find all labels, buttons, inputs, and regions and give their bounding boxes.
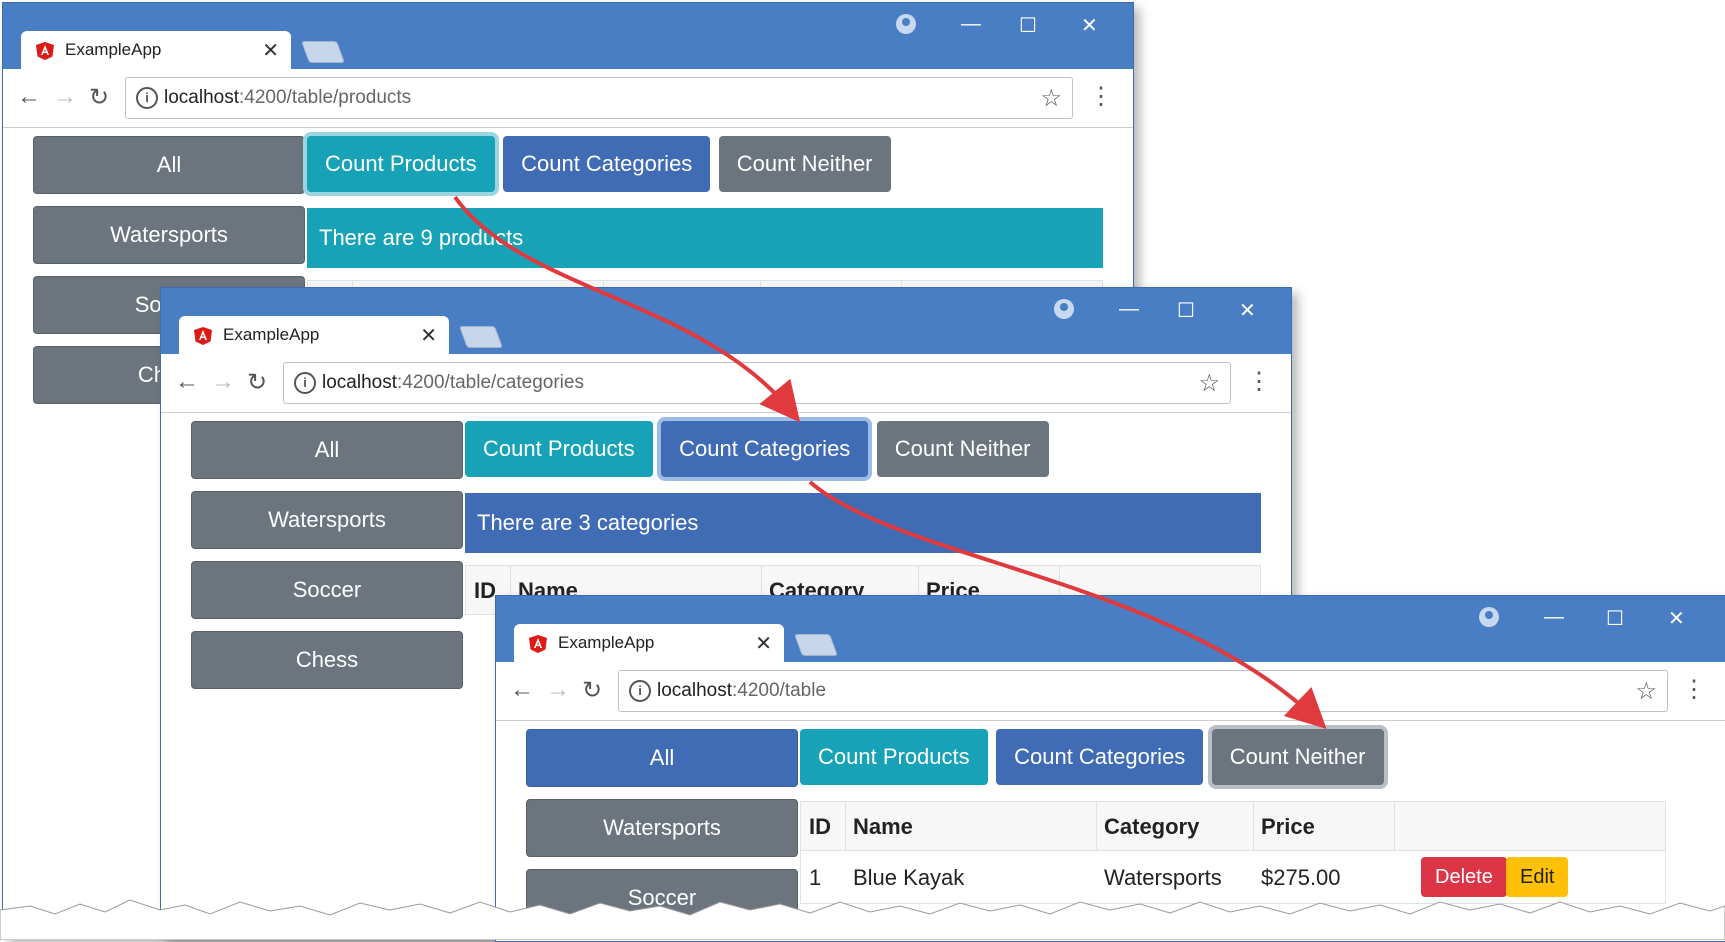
- category-button-watersports[interactable]: Watersports: [526, 799, 798, 857]
- menu-icon[interactable]: ⋮: [1089, 82, 1113, 111]
- title-bar: ExampleApp ✕ — ☐ ✕: [3, 3, 1133, 69]
- count-categories-button[interactable]: Count Categories: [661, 421, 869, 477]
- count-categories-button[interactable]: Count Categories: [996, 729, 1204, 785]
- info-icon[interactable]: i: [136, 87, 158, 109]
- count-categories-button[interactable]: Count Categories: [503, 136, 711, 192]
- browser-window-table: ExampleApp ✕ — ☐ ✕ ← → ↻ i localhost:420…: [495, 595, 1725, 942]
- bookmark-star-icon[interactable]: ☆: [1198, 369, 1220, 398]
- angular-logo-icon: [194, 327, 212, 345]
- minimize-icon[interactable]: —: [1544, 606, 1564, 629]
- new-tab-button[interactable]: [300, 41, 346, 63]
- tab-close-icon[interactable]: ✕: [420, 323, 437, 348]
- url-text: localhost:4200/table: [657, 680, 827, 701]
- title-bar: ExampleApp ✕ — ☐ ✕: [161, 288, 1291, 354]
- bookmark-star-icon[interactable]: ☆: [1635, 677, 1657, 706]
- count-neither-button[interactable]: Count Neither: [1211, 729, 1384, 785]
- info-icon[interactable]: i: [629, 680, 651, 702]
- category-button-all[interactable]: All: [33, 136, 305, 194]
- close-icon[interactable]: ✕: [1668, 606, 1685, 631]
- count-products-button[interactable]: Count Products: [465, 421, 653, 477]
- header-id: ID: [809, 814, 831, 839]
- count-products-button[interactable]: Count Products: [800, 729, 988, 785]
- count-neither-button[interactable]: Count Neither: [718, 136, 891, 192]
- back-icon[interactable]: ←: [17, 83, 41, 111]
- category-button-soccer[interactable]: Soccer: [526, 869, 798, 927]
- forward-icon[interactable]: →: [546, 676, 570, 704]
- browser-tab[interactable]: ExampleApp ✕: [179, 316, 449, 354]
- cell-id: 1: [809, 865, 822, 890]
- back-icon[interactable]: ←: [175, 368, 199, 396]
- url-text: localhost:4200/table/products: [164, 87, 412, 108]
- forward-icon[interactable]: →: [53, 83, 77, 111]
- category-sidebar: All Watersports Soccer Chess: [191, 421, 463, 701]
- address-bar[interactable]: i localhost:4200/table/categories ☆: [283, 362, 1231, 404]
- page-content: All Watersports Soccer Count Products Co…: [496, 721, 1725, 941]
- count-products-button[interactable]: Count Products: [307, 136, 495, 192]
- menu-icon[interactable]: ⋮: [1247, 367, 1271, 396]
- new-tab-button[interactable]: [793, 634, 839, 656]
- category-button-watersports[interactable]: Watersports: [33, 206, 305, 264]
- address-bar[interactable]: i localhost:4200/table/products ☆: [125, 77, 1073, 119]
- reload-icon[interactable]: ↻: [247, 368, 267, 397]
- account-icon[interactable]: [896, 14, 916, 34]
- close-icon[interactable]: ✕: [1239, 298, 1256, 323]
- tab-title: ExampleApp: [65, 40, 162, 59]
- account-icon[interactable]: [1054, 299, 1074, 319]
- table-header: ID Name Category Price: [800, 801, 1666, 851]
- header-price: Price: [1261, 814, 1315, 839]
- browser-tab[interactable]: ExampleApp ✕: [514, 624, 784, 662]
- back-icon[interactable]: ←: [510, 676, 534, 704]
- maximize-icon[interactable]: ☐: [1019, 13, 1037, 38]
- title-bar: ExampleApp ✕ — ☐ ✕: [496, 596, 1725, 662]
- cell-name: Blue Kayak: [853, 865, 965, 890]
- table-row: 1 Blue Kayak Watersports $275.00 Delete …: [800, 851, 1666, 904]
- category-button-watersports[interactable]: Watersports: [191, 491, 463, 549]
- category-button-all[interactable]: All: [526, 729, 798, 787]
- browser-toolbar: ← → ↻ i localhost:4200/table/products ☆ …: [3, 69, 1133, 128]
- reload-icon[interactable]: ↻: [582, 676, 602, 705]
- url-text: localhost:4200/table/categories: [322, 372, 584, 393]
- count-banner: There are 3 categories: [465, 493, 1261, 553]
- cell-category: Watersports: [1104, 865, 1222, 890]
- main-panel: Count Products Count Categories Count Ne…: [800, 729, 1696, 904]
- cell-price: $275.00: [1261, 865, 1341, 890]
- category-button-chess[interactable]: Chess: [191, 631, 463, 689]
- category-button-all[interactable]: All: [191, 421, 463, 479]
- header-name: Name: [853, 814, 913, 839]
- category-button-soccer[interactable]: Soccer: [191, 561, 463, 619]
- header-id: ID: [474, 578, 496, 603]
- delete-button[interactable]: Delete: [1421, 857, 1507, 897]
- tab-title: ExampleApp: [558, 633, 655, 652]
- menu-icon[interactable]: ⋮: [1682, 675, 1706, 704]
- main-panel: Count Products Count Categories Count Ne…: [465, 421, 1261, 615]
- header-category: Category: [1104, 814, 1200, 839]
- minimize-icon[interactable]: —: [1119, 298, 1139, 321]
- tab-title: ExampleApp: [223, 325, 320, 344]
- minimize-icon[interactable]: —: [961, 13, 981, 36]
- maximize-icon[interactable]: ☐: [1177, 298, 1195, 323]
- new-tab-button[interactable]: [458, 326, 504, 348]
- maximize-icon[interactable]: ☐: [1606, 606, 1624, 631]
- close-icon[interactable]: ✕: [1081, 13, 1098, 38]
- tab-close-icon[interactable]: ✕: [262, 38, 279, 63]
- browser-toolbar: ← → ↻ i localhost:4200/table/categories …: [161, 354, 1291, 413]
- edit-button[interactable]: Edit: [1506, 857, 1569, 897]
- browser-tab[interactable]: ExampleApp ✕: [21, 31, 291, 69]
- browser-toolbar: ← → ↻ i localhost:4200/table ☆ ⋮: [496, 662, 1725, 721]
- tab-close-icon[interactable]: ✕: [755, 631, 772, 656]
- category-sidebar: All Watersports Soccer: [526, 729, 798, 939]
- angular-logo-icon: [36, 42, 54, 60]
- account-icon[interactable]: [1479, 607, 1499, 627]
- count-banner: There are 9 products: [307, 208, 1103, 268]
- bookmark-star-icon[interactable]: ☆: [1040, 84, 1062, 113]
- forward-icon[interactable]: →: [211, 368, 235, 396]
- reload-icon[interactable]: ↻: [89, 83, 109, 112]
- address-bar[interactable]: i localhost:4200/table ☆: [618, 670, 1668, 712]
- count-neither-button[interactable]: Count Neither: [876, 421, 1049, 477]
- angular-logo-icon: [529, 635, 547, 653]
- info-icon[interactable]: i: [294, 372, 316, 394]
